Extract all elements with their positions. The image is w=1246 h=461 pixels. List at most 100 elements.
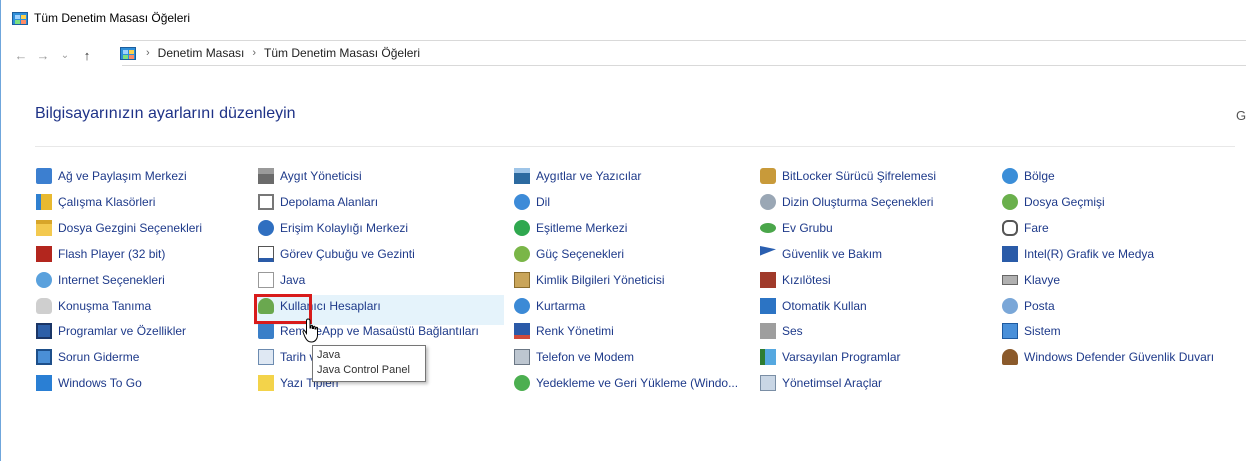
control-panel-item[interactable]: BitLocker Sürücü Şifrelemesi: [760, 165, 936, 187]
forward-button[interactable]: →: [34, 48, 52, 63]
control-panel-item-label: Intel(R) Grafik ve Medya: [1024, 247, 1155, 261]
phone-modem-icon: [514, 349, 530, 365]
control-panel-item[interactable]: Çalışma Klasörleri: [36, 191, 155, 213]
window-title: Tüm Denetim Masası Öğeleri: [34, 11, 191, 25]
control-panel-item-label: Internet Seçenekleri: [58, 273, 165, 287]
troubleshoot-icon: [36, 349, 52, 365]
mouse-icon: [1002, 220, 1018, 236]
power-icon: [514, 246, 530, 262]
control-panel-item-label: Kızılötesi: [782, 273, 831, 287]
admin-tools-icon: [760, 375, 776, 391]
control-panel-item[interactable]: Posta: [1002, 295, 1055, 317]
control-panel-item[interactable]: Sorun Giderme: [36, 346, 139, 368]
recovery-icon: [514, 298, 530, 314]
control-panel-item-label: Çalışma Klasörleri: [58, 195, 156, 209]
control-panel-item[interactable]: Depolama Alanları: [258, 191, 378, 213]
sync-icon: [514, 220, 530, 236]
taskbar-icon: [258, 246, 274, 262]
control-panel-item-label: Klavye: [1024, 273, 1061, 287]
control-panel-item-label: Renk Yönetimi: [536, 324, 614, 338]
control-panel-item[interactable]: Windows Defender Güvenlik Duvarı: [1002, 346, 1214, 368]
remoteapp-icon: [258, 323, 274, 339]
view-by-label[interactable]: G: [1236, 108, 1246, 123]
homegroup-icon: [760, 223, 776, 233]
color-management-icon: [514, 323, 530, 339]
breadcrumb-separator-icon[interactable]: ›: [146, 47, 150, 59]
breadcrumb-item[interactable]: Denetim Masası: [158, 46, 245, 60]
indexing-icon: [760, 194, 776, 210]
control-panel-item-label: Telefon ve Modem: [536, 350, 635, 364]
control-panel-item[interactable]: Klavye: [1002, 269, 1060, 291]
recent-locations-button[interactable]: ⌄: [56, 50, 74, 61]
control-panel-item[interactable]: Intel(R) Grafik ve Medya: [1002, 243, 1154, 265]
control-panel-item-label: Dosya Gezgini Seçenekleri: [58, 221, 203, 235]
control-panel-item[interactable]: Görev Çubuğu ve Gezinti: [258, 243, 415, 265]
device-manager-icon: [258, 168, 274, 184]
control-panel-item[interactable]: Ağ ve Paylaşım Merkezi: [36, 165, 187, 187]
control-panel-item[interactable]: Internet Seçenekleri: [36, 269, 165, 291]
control-panel-item-label: Kurtarma: [536, 299, 586, 313]
control-panel-item[interactable]: Fare: [1002, 217, 1049, 239]
control-panel-item[interactable]: Konuşma Tanıma: [36, 295, 151, 317]
control-panel-item[interactable]: Dil: [514, 191, 550, 213]
control-panel-item[interactable]: Eşitleme Merkezi: [514, 217, 627, 239]
control-panel-item[interactable]: Güvenlik ve Bakım: [760, 243, 882, 265]
control-panel-item[interactable]: Otomatik Kullan: [760, 295, 867, 317]
control-panel-item[interactable]: Kurtarma: [514, 295, 585, 317]
control-panel-item-label: Ev Grubu: [782, 221, 833, 235]
control-panel-item-label: Konuşma Tanıma: [58, 299, 152, 313]
breadcrumb-item[interactable]: Tüm Denetim Masası Öğeleri: [264, 46, 420, 60]
network-icon: [36, 168, 52, 184]
control-panel-item[interactable]: Erişim Kolaylığı Merkezi: [258, 217, 408, 239]
control-panel-item-label: Dosya Geçmişi: [1024, 195, 1105, 209]
control-panel-item[interactable]: Dizin Oluşturma Seçenekleri: [760, 191, 933, 213]
back-button[interactable]: ←: [12, 48, 30, 63]
page-title: Bilgisayarınızın ayarlarını düzenleyin: [35, 105, 296, 122]
control-panel-item[interactable]: Flash Player (32 bit): [36, 243, 165, 265]
control-panel-icon: [120, 46, 136, 60]
control-panel-item-label: Ses: [782, 324, 803, 338]
control-panel-item[interactable]: Ses: [760, 320, 803, 342]
control-panel-item[interactable]: Windows To Go: [36, 372, 142, 394]
control-panel-item[interactable]: Dosya Gezgini Seçenekleri: [36, 217, 202, 239]
control-panel-item[interactable]: Varsayılan Programlar: [760, 346, 901, 368]
control-panel-item-label: Aygıtlar ve Yazıcılar: [536, 169, 642, 183]
breadcrumb: › Denetim Masası › Tüm Denetim Masası Öğ…: [120, 44, 420, 62]
control-panel-item-label: Windows To Go: [58, 376, 142, 390]
autoplay-icon: [760, 298, 776, 314]
tooltip: Java Java Control Panel: [312, 345, 426, 382]
control-panel-item[interactable]: Güç Seçenekleri: [514, 243, 624, 265]
control-panel-item-label: Fare: [1024, 221, 1049, 235]
control-panel-item-label: Güç Seçenekleri: [536, 247, 625, 261]
speaker-icon: [760, 323, 776, 339]
storage-icon: [258, 194, 274, 210]
divider: [35, 146, 1235, 147]
tooltip-description: Java Control Panel: [317, 364, 410, 376]
up-button[interactable]: ↑: [78, 48, 96, 63]
control-panel-item[interactable]: Aygıtlar ve Yazıcılar: [514, 165, 641, 187]
bitlocker-icon: [760, 168, 776, 184]
control-panel-item-label: Java: [280, 273, 306, 287]
control-panel-item[interactable]: Ev Grubu: [760, 217, 833, 239]
control-panel-item[interactable]: Aygıt Yöneticisi: [258, 165, 362, 187]
control-panel-item-label: Flash Player (32 bit): [58, 247, 166, 261]
control-panel-item[interactable]: Renk Yönetimi: [514, 320, 614, 342]
microphone-icon: [36, 298, 52, 314]
flash-icon: [36, 246, 52, 262]
control-panel-item[interactable]: Dosya Geçmişi: [1002, 191, 1105, 213]
control-panel-item[interactable]: Yönetimsel Araçlar: [760, 372, 882, 394]
breadcrumb-separator-icon[interactable]: ›: [252, 47, 256, 59]
clock-icon: [258, 349, 274, 365]
control-panel-item[interactable]: Programlar ve Özellikler: [36, 320, 186, 342]
window-left-border: [0, 0, 1, 461]
control-panel-item[interactable]: Yedekleme ve Geri Yükleme (Windo...: [514, 372, 738, 394]
control-panel-item[interactable]: Java: [258, 269, 305, 291]
control-panel-item-label: Ağ ve Paylaşım Merkezi: [58, 169, 187, 183]
control-panel-item-label: Dil: [536, 195, 550, 209]
control-panel-item[interactable]: Kızılötesi: [760, 269, 831, 291]
control-panel-item[interactable]: Sistem: [1002, 320, 1061, 342]
control-panel-item[interactable]: Bölge: [1002, 165, 1055, 187]
ease-of-access-icon: [258, 220, 274, 236]
control-panel-item[interactable]: Telefon ve Modem: [514, 346, 634, 368]
control-panel-item[interactable]: Kimlik Bilgileri Yöneticisi: [514, 269, 664, 291]
